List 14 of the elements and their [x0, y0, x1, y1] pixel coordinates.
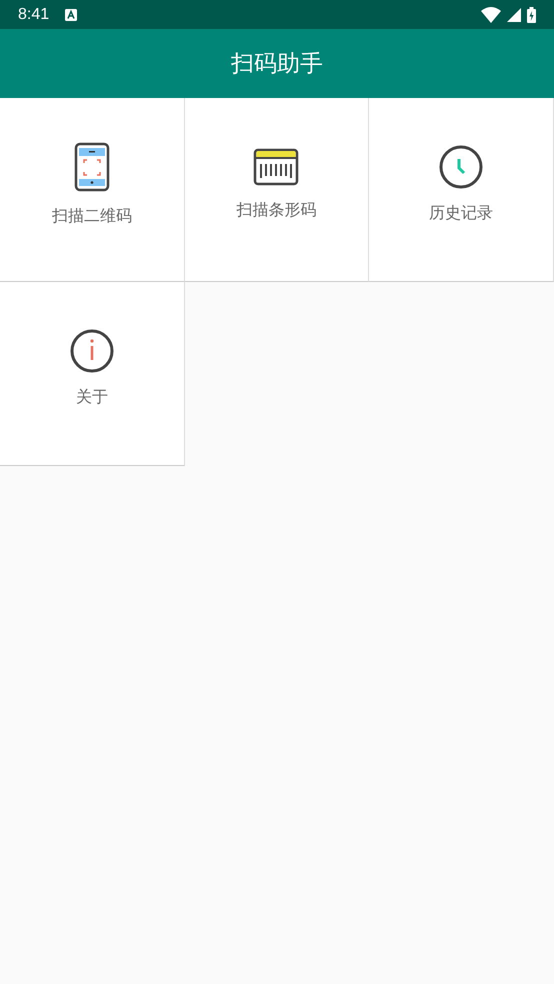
- app-title: 扫码助手: [231, 50, 323, 79]
- status-time: 8:41: [18, 6, 50, 24]
- wifi-icon: [481, 6, 501, 22]
- menu-tile[interactable]: 扫描二维码: [0, 98, 185, 282]
- phone-icon: [74, 142, 110, 192]
- menu-tile[interactable]: 扫描条形码: [184, 98, 370, 282]
- barcode-icon: [253, 148, 300, 186]
- signal-icon: [507, 8, 521, 22]
- battery-icon: [527, 6, 536, 22]
- menu-tile[interactable]: 关于: [0, 282, 185, 466]
- info-icon: [70, 329, 114, 373]
- notification-icon: [65, 8, 78, 20]
- menu-tile[interactable]: 历史记录: [369, 98, 554, 282]
- clock-icon: [439, 145, 484, 189]
